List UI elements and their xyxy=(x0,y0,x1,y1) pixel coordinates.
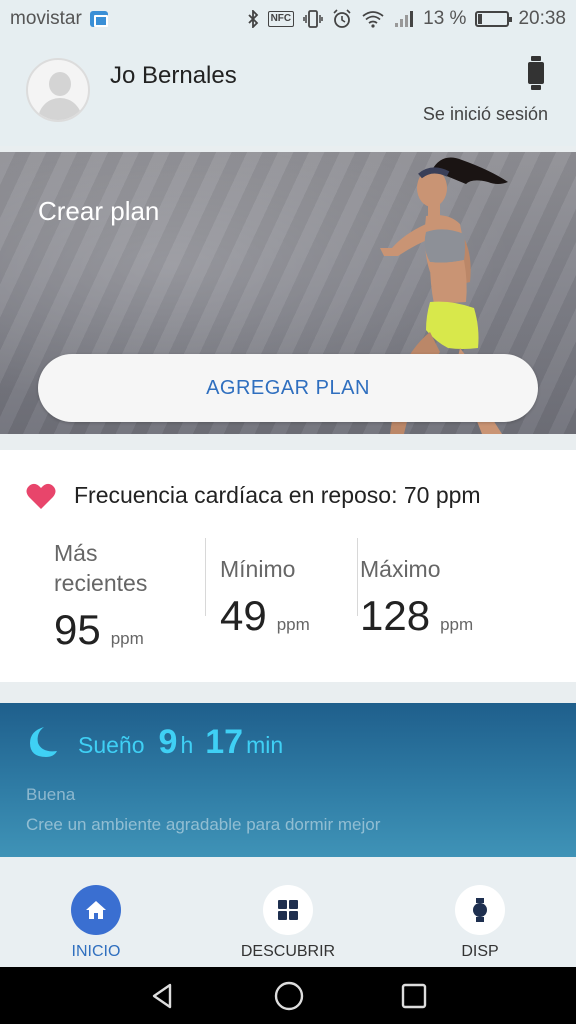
gallery-notification-icon xyxy=(89,11,108,27)
grid-icon xyxy=(278,900,298,920)
battery-percent: 13 % xyxy=(423,8,467,29)
stat-label: recientes xyxy=(54,570,148,596)
stat-unit: ppm xyxy=(276,615,310,634)
bluetooth-icon xyxy=(247,10,259,28)
home-circle-icon[interactable] xyxy=(273,980,305,1012)
stat-unit: ppm xyxy=(440,615,474,634)
wifi-icon xyxy=(361,10,385,28)
sleep-quality: Buena xyxy=(26,785,76,804)
session-status: Se inició sesión xyxy=(422,104,548,124)
heart-rate-card[interactable]: Frecuencia cardíaca en reposo: 70 ppm Má… xyxy=(0,450,576,682)
home-icon xyxy=(86,901,106,919)
create-plan-banner: Crear plan AGREGAR PLAN xyxy=(0,152,576,434)
status-icons: NFC 13 % 20:38 xyxy=(247,8,566,30)
divider xyxy=(205,538,206,616)
sleep-hours-unit: h xyxy=(180,732,194,758)
stat-value: 49 xyxy=(220,592,267,639)
sleep-minutes-unit: min xyxy=(246,732,284,758)
divider xyxy=(357,538,358,616)
vibrate-icon xyxy=(303,10,323,28)
sleep-label: Sueño xyxy=(78,732,145,758)
status-bar: movistar NFC 13 % 20:38 xyxy=(0,0,576,38)
nav-circle xyxy=(71,885,121,935)
sleep-minutes: 17 xyxy=(205,723,244,761)
clock: 20:38 xyxy=(518,8,566,29)
alarm-icon xyxy=(332,9,352,29)
stat-label: Máximo xyxy=(360,556,441,582)
bottom-nav: INICIO DESCUBRIR DISP xyxy=(0,857,576,967)
stat-unit: ppm xyxy=(110,629,144,648)
watch-icon xyxy=(473,898,487,922)
stat-latest: Más recientes 95 ppm xyxy=(54,538,147,654)
stat-maximum: Máximo 128 ppm xyxy=(360,554,473,640)
heart-icon xyxy=(26,483,56,509)
nav-item-devices[interactable]: DISP xyxy=(415,885,545,961)
profile-header[interactable]: Jo Bernales Se inició sesión xyxy=(0,38,576,146)
sleep-card[interactable]: Sueño 9 h 17 min Buena Cree un ambiente … xyxy=(0,703,576,857)
stat-value: 95 xyxy=(54,606,101,653)
band-device-icon[interactable] xyxy=(528,56,544,90)
system-nav-bar xyxy=(0,967,576,1024)
nav-label: DESCUBRIR xyxy=(240,943,336,960)
carrier: movistar xyxy=(10,8,108,30)
moon-icon xyxy=(30,727,57,757)
nav-item-home[interactable]: INICIO xyxy=(31,885,161,961)
nav-circle xyxy=(263,885,313,935)
nfc-icon: NFC xyxy=(267,11,295,27)
nav-item-discover[interactable]: DESCUBRIR xyxy=(223,885,353,961)
stat-label: Mínimo xyxy=(220,556,296,582)
sleep-tip: Cree un ambiente agradable para dormir m… xyxy=(26,815,381,834)
nav-label: DISP xyxy=(461,943,499,960)
signal-icon xyxy=(394,10,414,28)
avatar-body xyxy=(38,98,82,120)
stat-minimum: Mínimo 49 ppm xyxy=(220,554,310,640)
sleep-hours: 9 xyxy=(158,723,178,761)
add-plan-button[interactable]: AGREGAR PLAN xyxy=(38,354,538,422)
back-icon[interactable] xyxy=(148,981,178,1011)
carrier-name: movistar xyxy=(10,8,82,29)
plan-title: Crear plan xyxy=(38,196,160,226)
avatar[interactable] xyxy=(26,58,90,122)
nav-label: INICIO xyxy=(71,943,121,960)
recents-icon[interactable] xyxy=(400,982,428,1010)
sleep-duration: Sueño 9 h 17 min xyxy=(78,723,295,762)
stat-value: 128 xyxy=(360,592,431,639)
battery-icon xyxy=(475,11,513,27)
resting-heart-rate-title: Frecuencia cardíaca en reposo: 70 ppm xyxy=(74,482,481,508)
user-name: Jo Bernales xyxy=(110,62,237,89)
nav-circle xyxy=(455,885,505,935)
stat-label: Más xyxy=(54,540,98,566)
avatar-head xyxy=(49,72,71,96)
